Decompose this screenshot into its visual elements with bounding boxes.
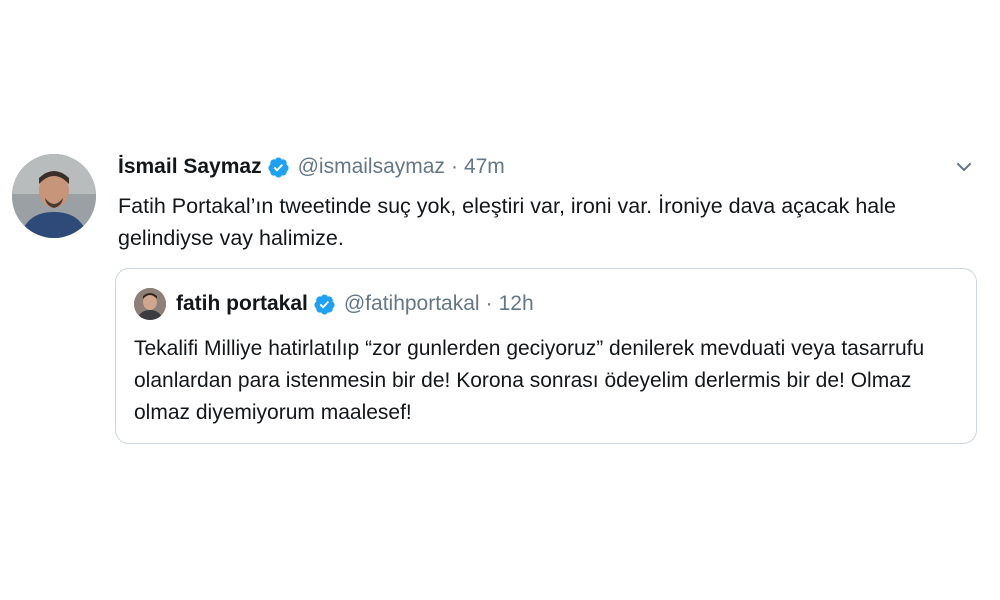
timestamp[interactable]: 47m — [464, 155, 505, 179]
verified-badge-icon — [267, 156, 290, 179]
tweet-header: İsmail Saymaz @ismailsaymaz · 47m — [118, 152, 505, 182]
quoted-tweet-header: fatih portakal @fatihportakal · 12h — [134, 287, 534, 321]
author-handle[interactable]: @ismailsaymaz — [298, 155, 445, 179]
tweet-text: Fatih Portakal’ın tweetinde suç yok, ele… — [118, 194, 896, 250]
quoted-author-handle[interactable]: @fatihportakal — [344, 292, 480, 316]
separator-dot: · — [450, 155, 458, 178]
tweet[interactable]: İsmail Saymaz @ismailsaymaz · 47m Fatih … — [12, 150, 987, 460]
quoted-tweet-text: Tekalifi Milliye hatirlatılıp “zor gunle… — [134, 337, 925, 424]
chevron-down-icon[interactable] — [953, 156, 975, 178]
verified-badge-icon — [313, 293, 336, 316]
author-name[interactable]: İsmail Saymaz — [118, 155, 262, 179]
quoted-author-name[interactable]: fatih portakal — [176, 292, 308, 316]
avatar[interactable] — [12, 154, 96, 238]
quoted-timestamp[interactable]: 12h — [499, 292, 534, 316]
separator-dot: · — [485, 292, 493, 315]
quoted-tweet[interactable]: fatih portakal @fatihportakal · 12h Teka… — [115, 268, 977, 444]
quoted-avatar — [134, 288, 166, 320]
